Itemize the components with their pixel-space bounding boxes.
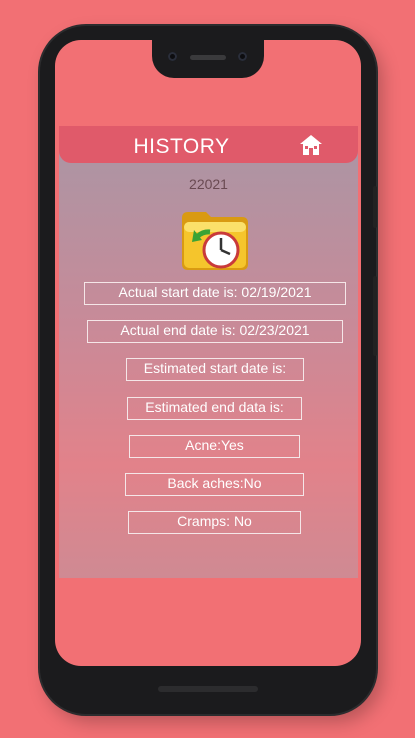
estimated-end-date-field: Estimated end data is: (127, 397, 302, 420)
history-screen: HISTORY 22021 Actual start date is: 02/1… (59, 126, 358, 578)
acne-field: Acne:Yes (129, 435, 300, 458)
phone-screen: HISTORY 22021 Actual start date is: 02/1… (55, 40, 361, 666)
actual-end-date-field: Actual end date is: 02/23/2021 (87, 320, 343, 343)
page-title: HISTORY (133, 135, 230, 158)
cramps-field: Cramps: No (128, 511, 301, 534)
phone-chin-bar (158, 686, 258, 692)
front-camera-left (168, 52, 177, 61)
home-icon[interactable] (299, 134, 323, 156)
notch (152, 40, 264, 78)
estimated-start-date-field: Estimated start date is: (126, 358, 304, 381)
front-camera-right (238, 52, 247, 61)
back-aches-field: Back aches:No (125, 473, 304, 496)
earpiece-speaker (190, 55, 226, 60)
history-folder-clock-icon (182, 212, 248, 270)
phone-frame: HISTORY 22021 Actual start date is: 02/1… (40, 26, 377, 714)
record-year: 22021 (189, 176, 228, 192)
actual-start-date-field: Actual start date is: 02/19/2021 (84, 282, 346, 305)
app-bar: HISTORY (59, 126, 358, 163)
volume-button (373, 276, 377, 356)
power-button (373, 186, 377, 228)
